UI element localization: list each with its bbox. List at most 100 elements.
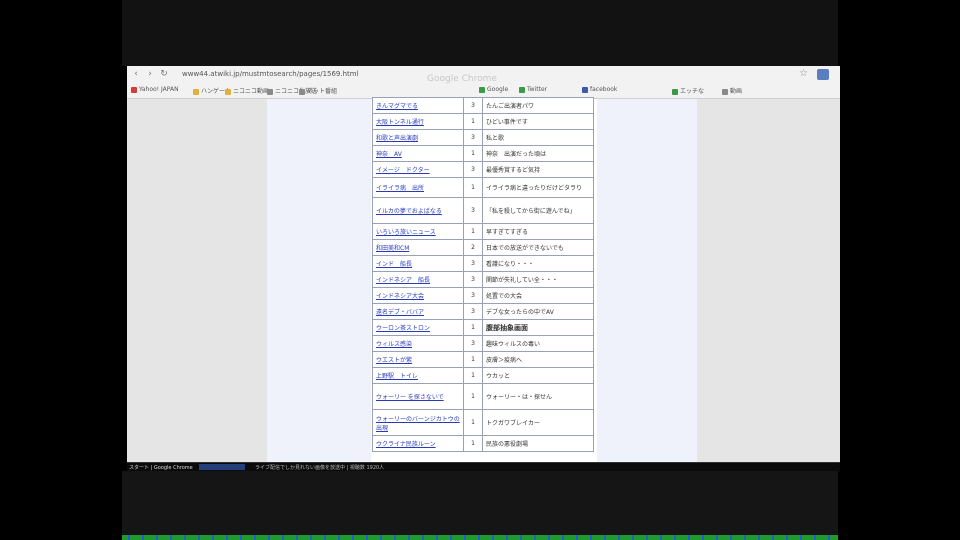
page-margin-right [597,99,697,463]
row-description: 看護になり・・・ [482,255,594,272]
browser-window: ‹ › ↻ www44.atwiki.jp/mustmtosearch/page… [127,66,840,463]
reload-icon[interactable]: ↻ [159,69,169,79]
bookmark-item[interactable]: エッチな [672,86,704,95]
bookmark-label: Google [487,86,509,93]
taskbar-active-window[interactable] [199,464,245,470]
table-row: インドネシア大会 3 処置での大会 [372,287,594,304]
row-title-link[interactable]: インドネシア 船長 [372,271,464,288]
taskbar-status-text: ライブ配信でしか見れない画像を放送中 | 視聴数 1920人 [255,465,385,471]
bookmark-item[interactable]: facebook [582,86,617,93]
url-field[interactable]: www44.atwiki.jp/mustmtosearch/pages/1569… [182,70,359,78]
table-row: きんマグマでる 3 たんご出演者パワ [372,97,594,114]
row-description: 趣味ウィルスの毒い [482,335,594,352]
row-title-link[interactable]: ウーロン茶ストロン [372,319,464,336]
table-row: ウクライナ民族ルーン 1 民族の悪役劇場 [372,435,594,452]
bookmark-label: エッチな [680,88,705,95]
table-row: 和田美和CM 2 日本での放送ができないでも [372,239,594,256]
row-count: 1 [463,409,483,436]
row-count: 3 [463,161,483,178]
row-title-link[interactable]: イルカの夢でおよばなる [372,197,464,224]
row-title-link[interactable]: ウィルス感染 [372,335,464,352]
row-count: 1 [463,383,483,410]
row-title-link[interactable]: ウクライナ民族ルーン [372,435,464,452]
row-title-link[interactable]: いろいろ旅いニュース [372,223,464,240]
row-count: 3 [463,271,483,288]
back-icon[interactable]: ‹ [131,69,141,79]
lower-dark-area [122,471,838,535]
table-row: 遠名デブ・ババア 3 デブな女ったらの中でAV [372,303,594,320]
table-row: イメージ ドクター 3 最優秀賞するど気持 [372,161,594,178]
row-description: イライラ病と違ったりだけどタラり [482,177,594,198]
bottom-strip [122,535,838,540]
bookmark-label: Twitter [527,86,548,93]
row-title-link[interactable]: 和歌と声出演劇 [372,129,464,146]
row-title-link[interactable]: ウォーリー を探さないで [372,383,464,410]
row-count: 1 [463,223,483,240]
bookmark-favicon-icon [519,86,525,93]
bookmark-item[interactable]: Twitter [519,86,547,93]
bookmark-item[interactable]: ニコニコ動画 [225,86,269,95]
bookmark-label: 動画 [730,88,743,95]
row-description: 腹部抽象画面 [482,319,594,336]
bookmark-item[interactable]: Yahoo! JAPAN [131,86,179,93]
forward-icon[interactable]: › [145,69,155,79]
window-title: Google Chrome [427,74,497,84]
table-row: ウォーリー を探さないで 1 ウォーリー・は・探せん [372,383,594,410]
row-title-link[interactable]: イライラ病 出所 [372,177,464,198]
bookmark-item[interactable]: 動画 [722,86,742,95]
bookmark-favicon-icon [722,88,728,95]
row-description: 皮膚＞疫病へ [482,351,594,368]
row-count: 2 [463,239,483,256]
table-row: 和歌と声出演劇 3 私と歌 [372,129,594,146]
page-margin-left [267,99,371,463]
row-description: 神奈 出演だった頃は [482,145,594,162]
row-description: 「私を殺してから街に遊んでね」 [482,197,594,224]
row-title-link[interactable]: 和田美和CM [372,239,464,256]
bookmark-favicon-icon [193,88,199,95]
row-title-link[interactable]: インドネシア大会 [372,287,464,304]
bookmark-label: Yahoo! JAPAN [139,86,179,93]
bookmark-favicon-icon [479,86,485,93]
bookmark-star-icon[interactable]: ☆ [799,68,808,79]
table-row: ウィルス感染 3 趣味ウィルスの毒い [372,335,594,352]
address-bar-row: ‹ › ↻ www44.atwiki.jp/mustmtosearch/page… [127,66,840,85]
row-count: 1 [463,367,483,384]
row-description: トクガワブレイカー [482,409,594,436]
row-description: ウカッと [482,367,594,384]
letterbox-right [838,0,960,540]
row-title-link[interactable]: 神奈 AV [372,145,464,162]
row-title-link[interactable]: 遠名デブ・ババア [372,303,464,320]
row-title-link[interactable]: ウエストが紫 [372,351,464,368]
table-row: イルカの夢でおよばなる 3 「私を殺してから街に遊んでね」 [372,197,594,224]
row-count: 1 [463,145,483,162]
bookmark-favicon-icon [131,86,137,93]
bookmark-label: ネット番組 [307,88,338,95]
row-count: 3 [463,129,483,146]
row-title-link[interactable]: きんマグマでる [372,97,464,114]
row-description: 民族の悪役劇場 [482,435,594,452]
row-title-link[interactable]: インド 船長 [372,255,464,272]
bookmark-favicon-icon [225,88,231,95]
row-title-link[interactable]: イメージ ドクター [372,161,464,178]
bookmark-favicon-icon [672,88,678,95]
extension-icon[interactable] [817,69,829,80]
row-count: 1 [463,113,483,130]
row-title-link[interactable]: 上野駅 トイレ [372,367,464,384]
table-row: ウーロン茶ストロン 1 腹部抽象画面 [372,319,594,336]
row-title-link[interactable]: ウォーリーのバーンジカトウの出現 [372,409,464,436]
table-row: イライラ病 出所 1 イライラ病と違ったりだけどタラり [372,177,594,198]
start-button[interactable]: スタート | Google Chrome [129,464,193,471]
bookmark-item[interactable]: ネット番組 [299,86,337,95]
table-row: 神奈 AV 1 神奈 出演だった頃は [372,145,594,162]
table-row: 大阪トンネル通行 1 ひどい事件です [372,113,594,130]
row-count: 3 [463,335,483,352]
page-content: きんマグマでる 3 たんご出演者パワ 大阪トンネル通行 1 ひどい事件です 和歌と声出演劇 3… [127,97,840,463]
row-description: 関節が失礼してい全・・・ [482,271,594,288]
table-row: ウエストが紫 1 皮膚＞疫病へ [372,351,594,368]
row-count: 1 [463,319,483,336]
bookmark-favicon-icon [582,86,588,93]
bookmark-item[interactable]: Google [479,86,508,93]
row-count: 3 [463,97,483,114]
row-title-link[interactable]: 大阪トンネル通行 [372,113,464,130]
row-count: 1 [463,177,483,198]
